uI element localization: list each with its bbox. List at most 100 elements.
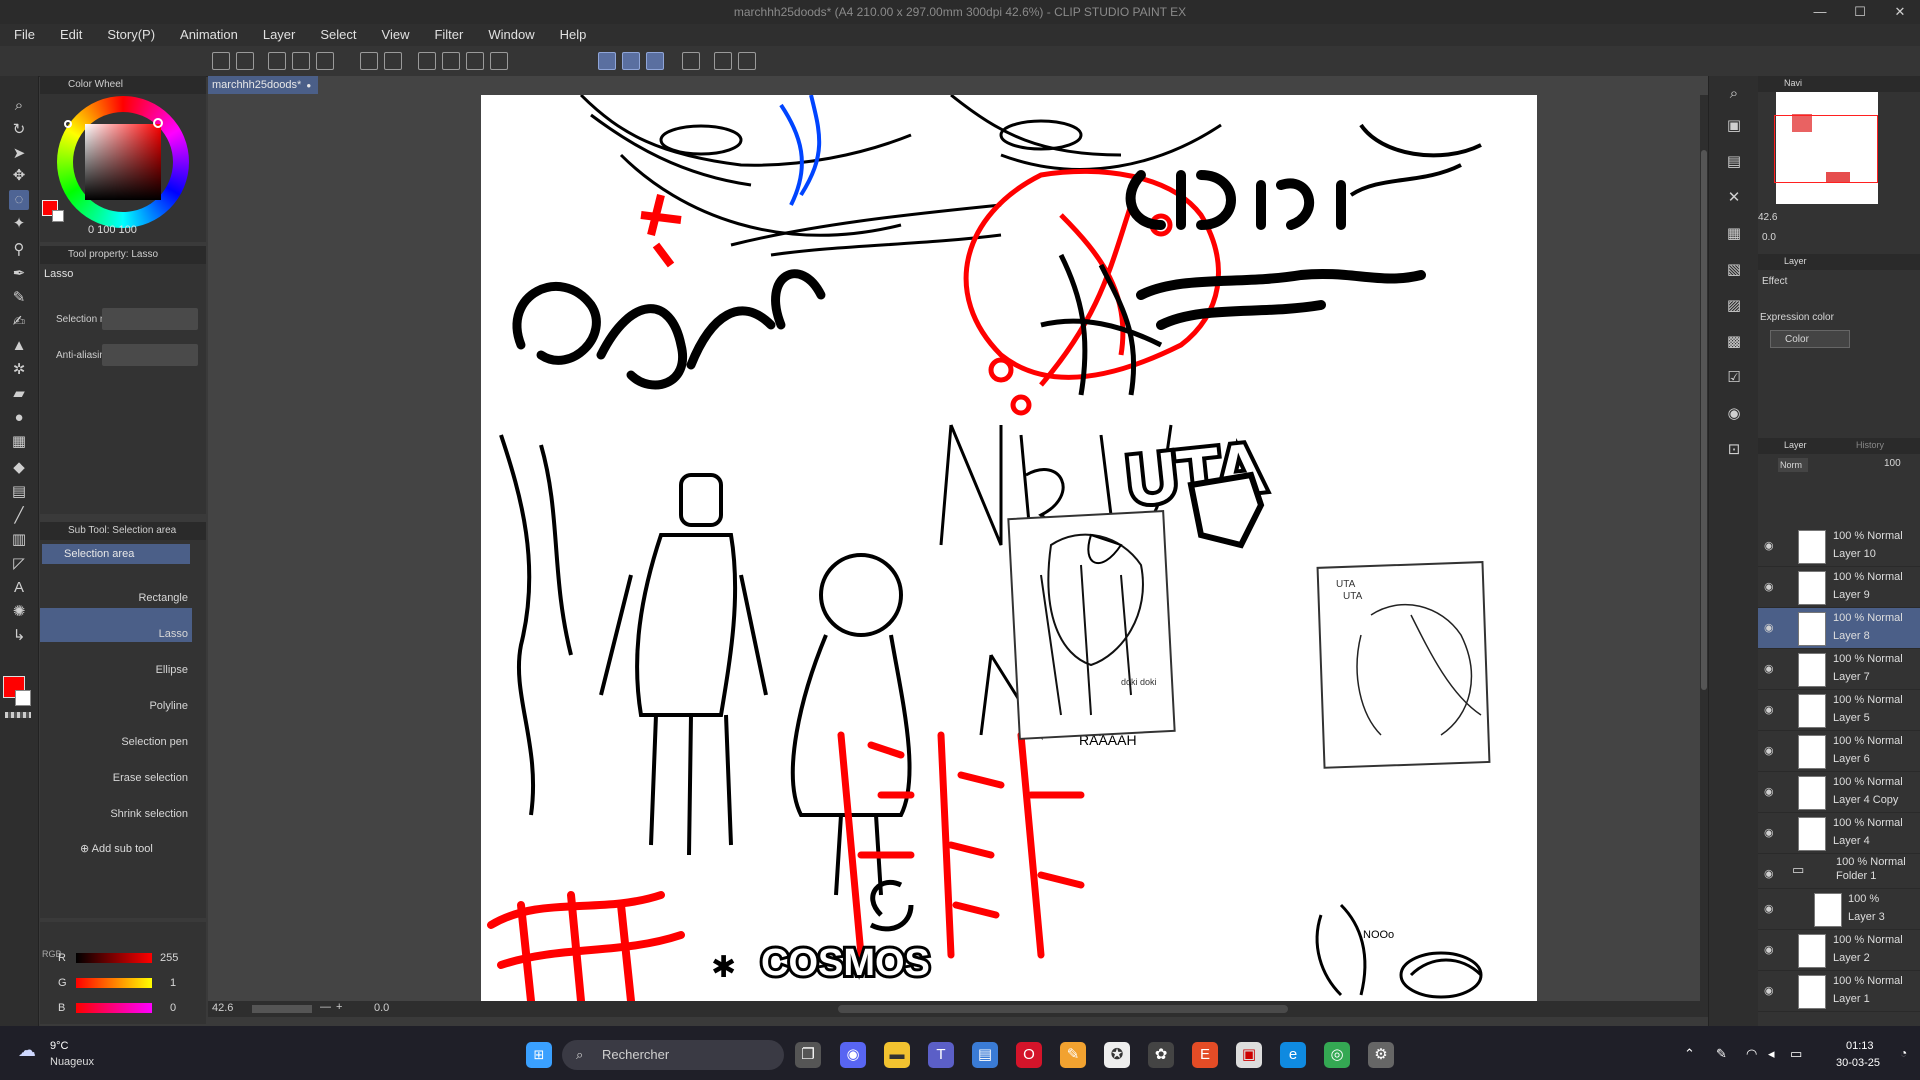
teams-icon[interactable]: T bbox=[928, 1042, 954, 1068]
menu-select[interactable]: Select bbox=[306, 24, 367, 46]
r-value[interactable]: 255 bbox=[160, 952, 178, 964]
blend-mode-select[interactable]: Norm bbox=[1778, 458, 1808, 472]
layer-row[interactable]: ◉ 100 % Normal Layer 1 bbox=[1758, 971, 1920, 1012]
transparent-color-swatch[interactable] bbox=[5, 712, 31, 718]
g-slider[interactable] bbox=[76, 978, 152, 988]
wifi-icon[interactable]: ◠ bbox=[1746, 1046, 1757, 1062]
canvas-horizontal-scroll-thumb[interactable] bbox=[838, 1005, 1288, 1013]
edge-icon[interactable]: e bbox=[1280, 1042, 1306, 1068]
brush-tool-icon[interactable]: ✍ bbox=[9, 312, 29, 332]
opera-icon[interactable]: O bbox=[1016, 1042, 1042, 1068]
undo-icon[interactable] bbox=[360, 52, 378, 70]
start-icon[interactable]: ⊞ bbox=[526, 1042, 552, 1068]
menu-edit[interactable]: Edit bbox=[46, 24, 93, 46]
sub-tool-erase-selection[interactable]: Erase selection bbox=[40, 752, 192, 786]
menu-filter[interactable]: Filter bbox=[420, 24, 474, 46]
eye-icon[interactable]: ◉ bbox=[1764, 984, 1774, 997]
layout-icon[interactable] bbox=[738, 52, 756, 70]
mesh-tool-icon[interactable]: ▦ bbox=[9, 432, 29, 452]
drawing-app-icon[interactable]: ▣ bbox=[1236, 1042, 1262, 1068]
layer-row[interactable]: ◉ 100 % Normal Layer 9 bbox=[1758, 567, 1920, 608]
navigator-viewport-frame[interactable] bbox=[1774, 115, 1878, 183]
pen-tool-icon[interactable]: ✒ bbox=[9, 264, 29, 284]
navigator-rotation-value[interactable]: 0.0 bbox=[1762, 232, 1776, 243]
b-slider[interactable] bbox=[76, 1003, 152, 1013]
sv-marker[interactable] bbox=[153, 118, 163, 128]
rotate-tool-icon[interactable]: ↻ bbox=[9, 120, 29, 140]
sub-tool-polyline[interactable]: Polyline bbox=[40, 680, 192, 714]
tool-app-icon[interactable]: ✎ bbox=[1060, 1042, 1086, 1068]
clock-time[interactable]: 01:13 bbox=[1846, 1040, 1874, 1052]
layer-row[interactable]: ◉ 100 % Normal Layer 4 bbox=[1758, 813, 1920, 854]
eye-icon[interactable]: ◉ bbox=[1764, 902, 1774, 915]
item-bank-icon[interactable]: ▧ bbox=[1724, 260, 1744, 280]
gradient-tool-icon[interactable]: ▤ bbox=[9, 482, 29, 502]
layer-row[interactable]: ◉ 100 % Normal Layer 10 bbox=[1758, 526, 1920, 567]
move-layer-tool-icon[interactable]: ✥ bbox=[9, 166, 29, 186]
pencil-tool-icon[interactable]: ✎ bbox=[9, 288, 29, 308]
file-explorer-icon[interactable]: ▬ bbox=[884, 1042, 910, 1068]
canvas-paper[interactable]: RAAAAH doki doki UTA UTA UTA COSMOS ✱ NO… bbox=[481, 95, 1537, 1001]
menu-story[interactable]: Story(P) bbox=[93, 24, 166, 46]
paint-app-icon[interactable]: E bbox=[1192, 1042, 1218, 1068]
notepad-icon[interactable]: ▤ bbox=[972, 1042, 998, 1068]
clip-studio-icon[interactable] bbox=[236, 52, 254, 70]
text-tool-icon[interactable]: A bbox=[9, 578, 29, 598]
clip-studio-taskbar-icon[interactable]: ✪ bbox=[1104, 1042, 1130, 1068]
zoom-out-icon[interactable]: — bbox=[320, 1001, 331, 1013]
eye-icon[interactable]: ◉ bbox=[1764, 703, 1774, 716]
taskbar-search[interactable]: ⌕ Rechercher bbox=[562, 1040, 784, 1070]
volume-icon[interactable]: ◂ bbox=[1768, 1046, 1775, 1062]
menu-help[interactable]: Help bbox=[546, 24, 598, 46]
selection-mode-buttons[interactable] bbox=[102, 308, 198, 330]
layer-row[interactable]: ◉ 100 % Normal Layer 4 Copy bbox=[1758, 772, 1920, 813]
chrome-icon[interactable]: ◎ bbox=[1324, 1042, 1350, 1068]
settings-icon[interactable] bbox=[682, 52, 700, 70]
history-icon[interactable]: ▩ bbox=[1724, 332, 1744, 352]
saturation-value-square[interactable] bbox=[85, 124, 161, 200]
airbrush-tool-icon[interactable]: ▲ bbox=[9, 336, 29, 356]
wheel-sub-color[interactable] bbox=[52, 210, 64, 222]
layer-tab[interactable]: Layer bbox=[1784, 440, 1807, 450]
menu-icon[interactable] bbox=[212, 52, 230, 70]
snap-ruler-icon[interactable] bbox=[598, 52, 616, 70]
layer-opacity-value[interactable]: 100 bbox=[1884, 458, 1901, 469]
sub-tool-ellipse[interactable]: Ellipse bbox=[40, 644, 192, 678]
sub-tool-rectangle[interactable]: Rectangle bbox=[40, 572, 192, 606]
decoration-tool-icon[interactable]: ✲ bbox=[9, 360, 29, 380]
eye-icon[interactable]: ◉ bbox=[1764, 539, 1774, 552]
sub-view-icon[interactable]: ◉ bbox=[1724, 404, 1744, 424]
eye-icon[interactable]: ◉ bbox=[1764, 621, 1774, 634]
menu-layer[interactable]: Layer bbox=[249, 24, 307, 46]
eye-icon[interactable]: ◉ bbox=[1764, 580, 1774, 593]
pen-tray-icon[interactable]: ✎ bbox=[1716, 1046, 1727, 1062]
canvas-vertical-scroll-thumb[interactable] bbox=[1701, 150, 1707, 690]
ruler-tool-icon[interactable]: ◸ bbox=[9, 554, 29, 574]
frame-tool-icon[interactable]: ▥ bbox=[9, 530, 29, 550]
document-tab-close[interactable]: ● bbox=[306, 81, 311, 90]
canvas-zoom-value[interactable]: 42.6 bbox=[212, 1002, 233, 1014]
sub-color-swatch[interactable] bbox=[15, 690, 31, 706]
minimize-button[interactable]: — bbox=[1800, 0, 1840, 24]
sub-tool-selection-pen[interactable]: Selection pen bbox=[40, 716, 192, 750]
sub-tool-lasso[interactable]: Lasso bbox=[40, 608, 192, 642]
fill-tool-icon[interactable]: ◆ bbox=[9, 458, 29, 478]
correct-line-tool-icon[interactable]: ↳ bbox=[9, 626, 29, 646]
sub-tool-group[interactable]: Selection area bbox=[42, 544, 190, 564]
color-picker-app-icon[interactable]: ✿ bbox=[1148, 1042, 1174, 1068]
close-panel-icon[interactable]: ✕ bbox=[1724, 188, 1744, 208]
zoom-slider[interactable] bbox=[252, 1005, 312, 1013]
weather-desc[interactable]: Nuageux bbox=[50, 1056, 94, 1068]
eye-icon[interactable]: ◉ bbox=[1764, 867, 1774, 880]
lasso-tool-icon[interactable]: ◌ bbox=[9, 190, 29, 210]
sub-tool-shrink-selection[interactable]: Shrink selection bbox=[40, 788, 192, 822]
menu-animation[interactable]: Animation bbox=[166, 24, 249, 46]
antialias-buttons[interactable] bbox=[102, 344, 198, 366]
auto-select-tool-icon[interactable]: ✦ bbox=[9, 214, 29, 234]
quick-access-icon[interactable]: ▦ bbox=[1724, 224, 1744, 244]
menu-file[interactable]: File bbox=[0, 24, 46, 46]
layer-row[interactable]: ◉ 100 % Normal Layer 6 bbox=[1758, 731, 1920, 772]
expression-color-select[interactable]: Color bbox=[1770, 330, 1850, 348]
clear-icon[interactable] bbox=[418, 52, 436, 70]
folder-row[interactable]: ◉ ▭ 100 % Normal Folder 1 bbox=[1758, 854, 1920, 889]
